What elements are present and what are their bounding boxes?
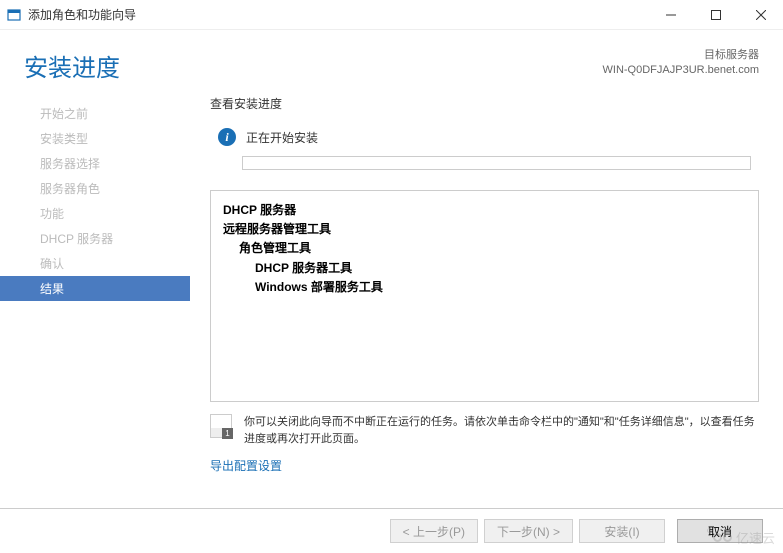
minimize-button[interactable] xyxy=(648,0,693,30)
result-item: 角色管理工具 xyxy=(223,239,746,258)
result-item: DHCP 服务器 xyxy=(223,201,746,220)
window-controls xyxy=(648,0,783,30)
status-text: 正在开始安装 xyxy=(246,129,318,146)
result-item: DHCP 服务器工具 xyxy=(223,259,746,278)
sidebar-item-dhcp-server: DHCP 服务器 xyxy=(0,226,190,251)
watermark-logo-icon xyxy=(707,533,732,542)
wizard-footer: < 上一步(P) 下一步(N) > 安装(I) 取消 xyxy=(0,508,783,553)
content-area: 查看安装进度 i 正在开始安装 DHCP 服务器 远程服务器管理工具 角色管理工… xyxy=(190,95,783,525)
wizard-steps-sidebar: 开始之前 安装类型 服务器选择 服务器角色 功能 DHCP 服务器 确认 结果 xyxy=(0,95,190,525)
sidebar-item-before-begin: 开始之前 xyxy=(0,101,190,126)
target-server-name: WIN-Q0DFJAJP3UR.benet.com xyxy=(603,63,759,78)
target-server: 目标服务器 WIN-Q0DFJAJP3UR.benet.com xyxy=(603,48,759,79)
notification-badge: 1 xyxy=(222,428,233,439)
install-button[interactable]: 安装(I) xyxy=(579,519,665,543)
sidebar-item-server-roles: 服务器角色 xyxy=(0,176,190,201)
sidebar-item-confirmation: 确认 xyxy=(0,251,190,276)
section-label: 查看安装进度 xyxy=(210,95,759,112)
result-item: 远程服务器管理工具 xyxy=(223,220,746,239)
sidebar-item-install-type: 安装类型 xyxy=(0,126,190,151)
target-server-label: 目标服务器 xyxy=(603,48,759,63)
main-area: 开始之前 安装类型 服务器选择 服务器角色 功能 DHCP 服务器 确认 结果 … xyxy=(0,95,783,525)
flag-icon: 1 xyxy=(210,414,232,438)
progress-bar xyxy=(242,156,751,170)
export-config-link[interactable]: 导出配置设置 xyxy=(210,457,282,474)
next-button[interactable]: 下一步(N) > xyxy=(484,519,573,543)
previous-button[interactable]: < 上一步(P) xyxy=(390,519,478,543)
wizard-header: 安装进度 目标服务器 WIN-Q0DFJAJP3UR.benet.com xyxy=(0,30,783,95)
sidebar-item-server-selection: 服务器选择 xyxy=(0,151,190,176)
close-button[interactable] xyxy=(738,0,783,30)
sidebar-item-results: 结果 xyxy=(0,276,190,301)
result-item: Windows 部署服务工具 xyxy=(223,278,746,297)
note-row: 1 你可以关闭此向导而不中断正在运行的任务。请依次单击命令栏中的"通知"和"任务… xyxy=(210,414,759,447)
watermark: 亿速云 xyxy=(707,528,775,547)
page-title: 安装进度 xyxy=(24,48,120,83)
titlebar: 添加角色和功能向导 xyxy=(0,0,783,30)
note-text: 你可以关闭此向导而不中断正在运行的任务。请依次单击命令栏中的"通知"和"任务详细… xyxy=(244,414,759,447)
status-row: i 正在开始安装 xyxy=(210,128,759,146)
app-icon xyxy=(6,7,22,23)
window-title: 添加角色和功能向导 xyxy=(28,6,648,23)
maximize-button[interactable] xyxy=(693,0,738,30)
watermark-text: 亿速云 xyxy=(736,528,775,547)
info-icon: i xyxy=(218,128,236,146)
sidebar-item-features: 功能 xyxy=(0,201,190,226)
results-box: DHCP 服务器 远程服务器管理工具 角色管理工具 DHCP 服务器工具 Win… xyxy=(210,190,759,402)
